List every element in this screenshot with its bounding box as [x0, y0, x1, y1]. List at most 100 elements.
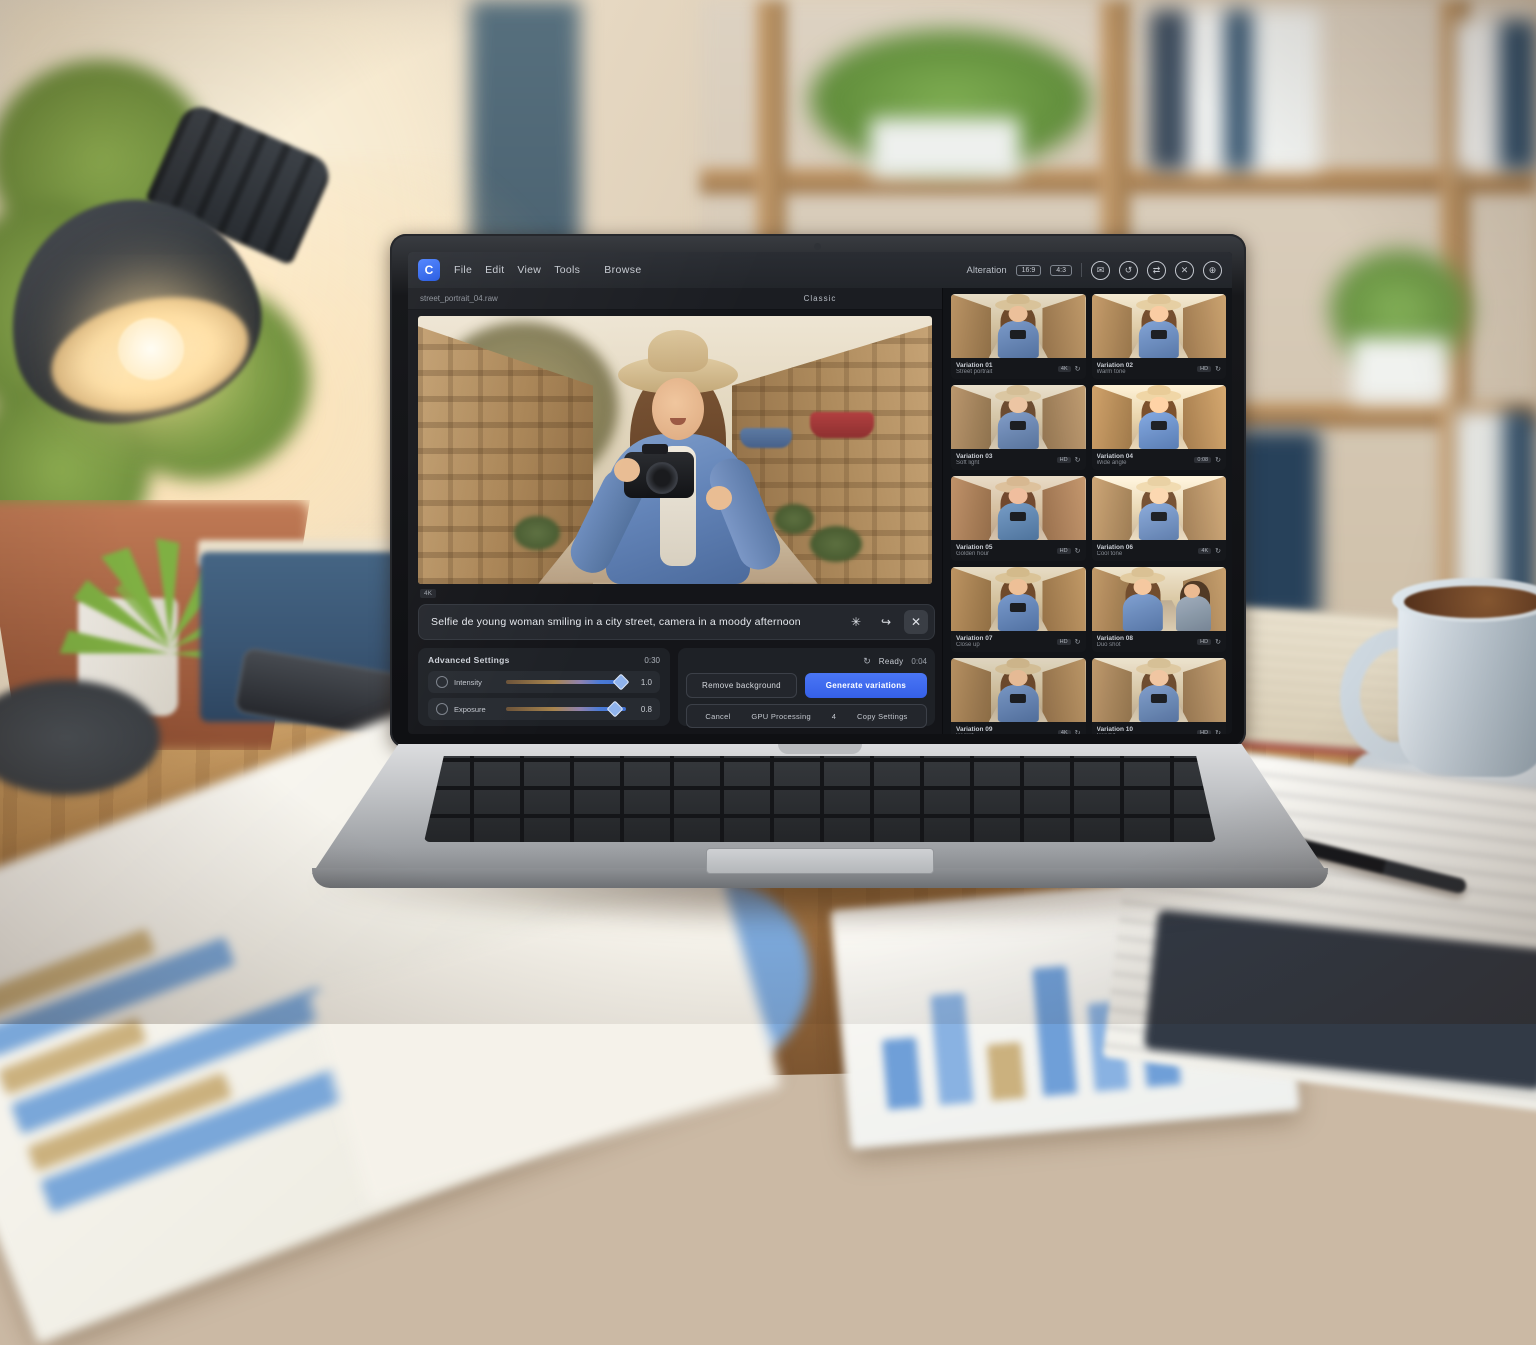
- browse-button[interactable]: Browse: [604, 264, 641, 276]
- thumb-refresh-icon[interactable]: ↻: [1075, 456, 1081, 464]
- coffee-surface: [1404, 586, 1536, 618]
- prompt-text[interactable]: Selfie de young woman smiling in a city …: [431, 616, 838, 628]
- webcam: [814, 243, 821, 250]
- thumb-refresh-icon[interactable]: ↻: [1075, 547, 1081, 555]
- slider-handle[interactable]: [613, 674, 630, 691]
- gpu-label: GPU Processing: [751, 712, 811, 721]
- thumb-badge: HD: [1197, 730, 1211, 735]
- magic-wand-icon[interactable]: ✳: [844, 610, 868, 634]
- close-icon[interactable]: ✕: [1175, 261, 1194, 280]
- alteration-label[interactable]: Alteration: [967, 265, 1007, 276]
- thumb-badge: HD: [1057, 548, 1071, 554]
- slider-row-intensity: Intensity 1.0: [428, 671, 660, 693]
- generate-variations-button[interactable]: Generate variations: [805, 673, 927, 698]
- thumb-badge: 4K: [1058, 366, 1071, 372]
- menu-tools[interactable]: Tools: [554, 264, 580, 276]
- variation-thumbnail[interactable]: Variation 10CandidHD↻: [1092, 658, 1227, 734]
- thumbnail-image: [951, 567, 1086, 631]
- cancel-label[interactable]: Cancel: [705, 712, 730, 721]
- street-planter: [514, 516, 560, 550]
- camera-lens: [646, 462, 678, 494]
- slider-row-exposure: Exposure 0.8: [428, 698, 660, 720]
- variation-thumbnail[interactable]: Variation 06Cool tone4K↻: [1092, 476, 1227, 561]
- adjustments-value: 0:30: [644, 656, 660, 665]
- send-icon[interactable]: ↪: [874, 610, 898, 634]
- slider-track[interactable]: [506, 680, 626, 684]
- binders: [1150, 10, 1320, 170]
- thumb-refresh-icon[interactable]: ↻: [1215, 456, 1221, 464]
- thumbnail-image: [951, 658, 1086, 722]
- thumb-refresh-icon[interactable]: ↻: [1075, 365, 1081, 373]
- camera-top: [642, 444, 668, 454]
- thumb-badge: HD: [1197, 639, 1211, 645]
- thumbnail-image: [1092, 385, 1227, 449]
- blue-awning: [740, 428, 792, 448]
- slider-handle[interactable]: [607, 701, 624, 718]
- slider-label: Intensity: [454, 678, 500, 687]
- variation-thumbnail[interactable]: Variation 01Street portrait4K↻: [951, 294, 1086, 379]
- slider-reset-icon[interactable]: [436, 676, 448, 688]
- street-planter: [774, 504, 814, 534]
- thumb-badge: 4K: [1058, 730, 1071, 735]
- clear-icon[interactable]: ✕: [904, 610, 928, 634]
- menu-bar: File Edit View Tools: [454, 264, 580, 276]
- thumbnail-image: [1092, 476, 1227, 540]
- laptop-trackpad: [706, 848, 934, 874]
- variation-thumbnail[interactable]: Variation 04Wide angle0:08↻: [1092, 385, 1227, 470]
- binder: [1455, 20, 1536, 170]
- app-logo[interactable]: C: [418, 259, 440, 281]
- thumbnail-image: [951, 476, 1086, 540]
- globe-icon[interactable]: ⊕: [1203, 261, 1222, 280]
- thumb-refresh-icon[interactable]: ↻: [1215, 365, 1221, 373]
- woman-hand-right: [706, 486, 732, 510]
- thumb-refresh-icon[interactable]: ↻: [1215, 638, 1221, 646]
- thumb-refresh-icon[interactable]: ↻: [1215, 729, 1221, 735]
- laptop-keyboard: [424, 756, 1216, 842]
- adjustments-panel: Advanced Settings 0:30 Intensity 1.0 Exp…: [418, 648, 670, 726]
- actions-panel: ↻ Ready 0:04 Remove background Generate …: [678, 648, 935, 726]
- slider-reset-icon[interactable]: [436, 703, 448, 715]
- count-label: 4: [832, 712, 836, 721]
- slider-track[interactable]: [506, 707, 626, 711]
- thumb-badge: 4K: [1198, 548, 1211, 554]
- variation-thumbnail[interactable]: Variation 09Backlit4K↻: [951, 658, 1086, 734]
- variation-thumbnail[interactable]: Variation 03Soft lightHD↻: [951, 385, 1086, 470]
- prompt-bar[interactable]: Selfie de young woman smiling in a city …: [418, 604, 935, 640]
- status-value: 0:04: [911, 657, 927, 666]
- copy-settings-label[interactable]: Copy Settings: [857, 712, 908, 721]
- menu-edit[interactable]: Edit: [485, 264, 504, 276]
- laptop-notch: [778, 744, 862, 754]
- plant-pot: [1352, 338, 1448, 402]
- adjustments-title: Advanced Settings: [428, 655, 510, 665]
- preview-image: [418, 316, 932, 584]
- variations-panel: Variation 01Street portrait4K↻ Variation…: [942, 288, 1232, 734]
- bottom-action-bar[interactable]: Cancel GPU Processing 4 Copy Settings: [686, 704, 927, 728]
- menu-view[interactable]: View: [517, 264, 541, 276]
- toolbar-right: Alteration 16:9 4:3 ✉ ↺ ⇄ ✕ ⊕: [967, 261, 1223, 280]
- thumbnail-image: [1092, 658, 1227, 722]
- app-screen: C File Edit View Tools Browse Alteration…: [408, 252, 1232, 734]
- thumb-badge: 0:08: [1194, 457, 1211, 463]
- refresh-icon[interactable]: ↻: [863, 656, 871, 667]
- thumb-badge: HD: [1057, 639, 1071, 645]
- remove-background-button[interactable]: Remove background: [686, 673, 797, 698]
- menu-file[interactable]: File: [454, 264, 472, 276]
- variation-thumbnail[interactable]: Variation 05Golden hourHD↻: [951, 476, 1086, 561]
- thumbnail-image: [1092, 567, 1227, 631]
- thumbnail-image: [951, 385, 1086, 449]
- variation-thumbnail[interactable]: Variation 02Warm toneHD↻: [1092, 294, 1227, 379]
- variation-thumbnail-duo[interactable]: Variation 08Duo shotHD↻: [1092, 567, 1227, 652]
- app-toolbar: C File Edit View Tools Browse Alteration…: [408, 252, 1232, 288]
- mail-icon[interactable]: ✉: [1091, 261, 1110, 280]
- thumb-refresh-icon[interactable]: ↻: [1075, 729, 1081, 735]
- thumb-badge: HD: [1057, 457, 1071, 463]
- variation-thumbnail[interactable]: Variation 07Close upHD↻: [951, 567, 1086, 652]
- toolbar-divider: [1081, 263, 1082, 277]
- ratio-badge-a[interactable]: 16:9: [1016, 265, 1042, 276]
- preview-footer: 4K: [418, 586, 932, 600]
- thumb-refresh-icon[interactable]: ↻: [1215, 547, 1221, 555]
- thumb-refresh-icon[interactable]: ↻: [1075, 638, 1081, 646]
- undo-icon[interactable]: ↺: [1119, 261, 1138, 280]
- swap-icon[interactable]: ⇄: [1147, 261, 1166, 280]
- ratio-badge-b[interactable]: 4:3: [1050, 265, 1072, 276]
